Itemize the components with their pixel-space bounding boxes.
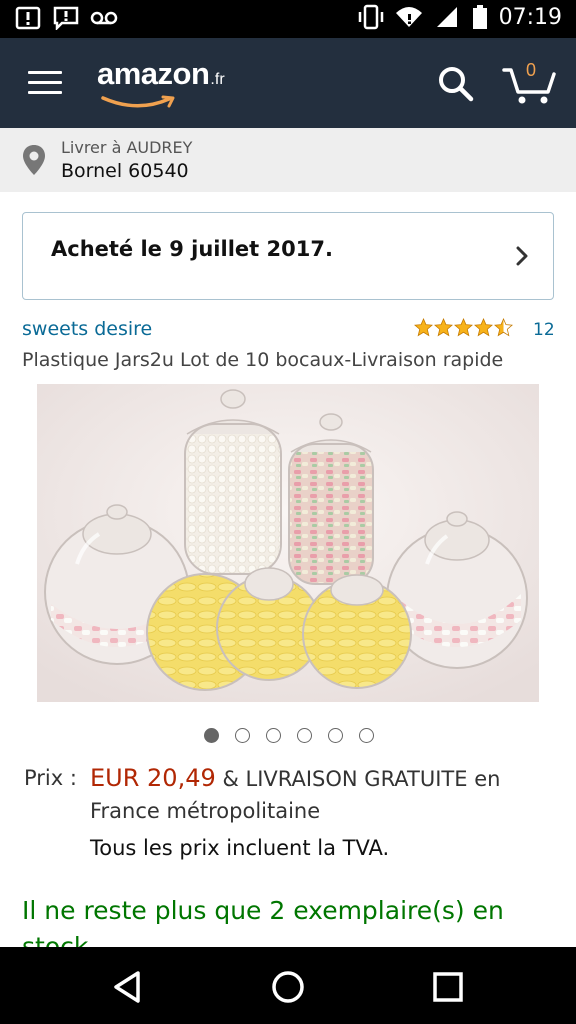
rating-count[interactable]: 12 bbox=[533, 320, 555, 340]
app-header: amazon.fr 0 bbox=[0, 38, 576, 128]
seller-link[interactable]: sweets desire bbox=[22, 318, 152, 340]
price-value: EUR 20,49 bbox=[90, 764, 216, 792]
vat-note: Tous les prix incluent la TVA. bbox=[90, 836, 390, 860]
product-title: Plastique Jars2u Lot de 10 bocaux-Livrai… bbox=[22, 349, 504, 371]
delivery-location[interactable]: Livrer à AUDREY Bornel 60540 bbox=[0, 128, 576, 192]
battery-icon bbox=[471, 4, 489, 30]
vibrate-icon bbox=[357, 4, 385, 30]
carousel-dot[interactable] bbox=[235, 728, 250, 743]
carousel-dot[interactable] bbox=[266, 728, 281, 743]
logo-text: amazon bbox=[97, 56, 210, 91]
star-full-icon bbox=[474, 318, 493, 337]
voicemail-icon bbox=[90, 5, 118, 31]
purchase-history-box[interactable]: Acheté le 9 juillet 2017. bbox=[22, 212, 554, 300]
delivery-recipient: Livrer à AUDREY bbox=[61, 138, 193, 157]
star-full-icon bbox=[454, 318, 473, 337]
menu-icon[interactable] bbox=[28, 71, 62, 95]
system-nav-bar bbox=[0, 947, 576, 1024]
star-half-icon bbox=[494, 318, 513, 337]
star-rating[interactable] bbox=[414, 318, 513, 337]
star-full-icon bbox=[434, 318, 453, 337]
system-icons: 07:19 bbox=[357, 4, 562, 30]
signal-icon bbox=[433, 4, 461, 30]
carousel-dot[interactable] bbox=[328, 728, 343, 743]
cart-button[interactable]: 0 bbox=[502, 60, 558, 106]
chevron-right-icon bbox=[516, 246, 528, 266]
cart-count: 0 bbox=[526, 60, 537, 80]
recents-icon[interactable] bbox=[428, 969, 468, 1005]
wifi-icon bbox=[395, 4, 423, 30]
product-image[interactable] bbox=[37, 384, 539, 702]
clock: 07:19 bbox=[498, 4, 562, 30]
home-icon[interactable] bbox=[268, 969, 308, 1005]
amazon-logo[interactable]: amazon.fr bbox=[97, 56, 225, 108]
image-carousel-dots bbox=[204, 728, 374, 743]
price-block: EUR 20,49 & LIVRAISON GRATUITE en France… bbox=[90, 762, 550, 827]
location-pin-icon bbox=[23, 145, 45, 175]
back-icon[interactable] bbox=[108, 969, 148, 1005]
status-bar: 07:19 bbox=[0, 0, 576, 38]
search-icon[interactable] bbox=[436, 64, 476, 104]
carousel-dot[interactable] bbox=[204, 728, 219, 743]
logo-tld: .fr bbox=[210, 71, 225, 88]
alert-box-icon bbox=[14, 5, 42, 31]
smile-arrow-icon bbox=[101, 95, 175, 108]
star-full-icon bbox=[414, 318, 433, 337]
delivery-address: Bornel 60540 bbox=[61, 160, 189, 182]
carousel-dot[interactable] bbox=[297, 728, 312, 743]
purchase-date-text: Acheté le 9 juillet 2017. bbox=[51, 237, 333, 261]
message-alert-icon bbox=[52, 5, 80, 31]
carousel-dot[interactable] bbox=[359, 728, 374, 743]
notification-icons bbox=[14, 5, 118, 31]
price-label: Prix : bbox=[24, 766, 77, 790]
